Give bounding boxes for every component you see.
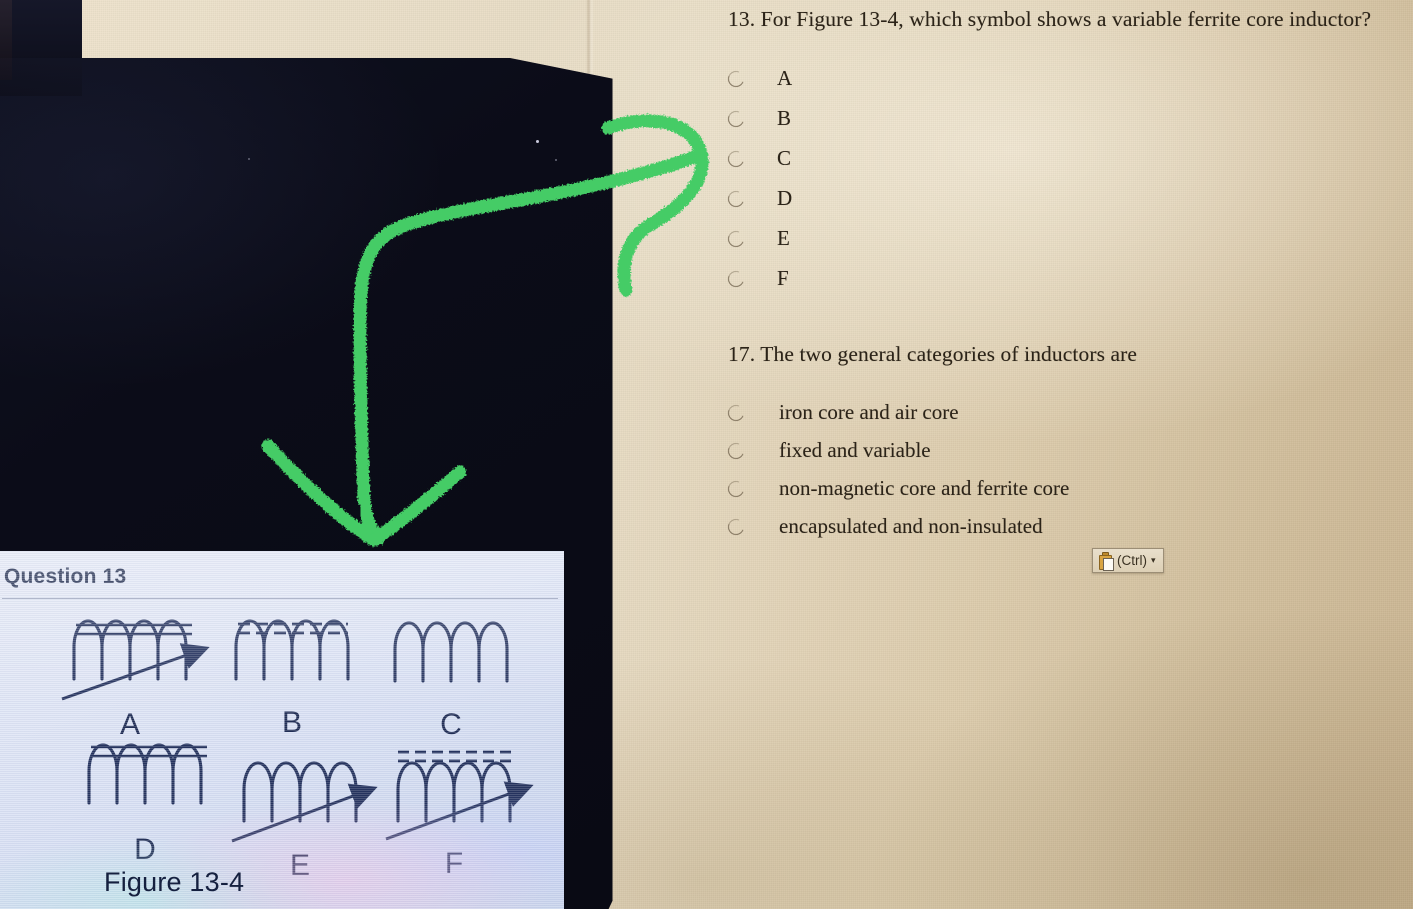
svg-text:A: A [120,708,140,741]
radio-button-icon[interactable] [725,440,747,462]
symbol-B: B [234,619,350,739]
question-13-stem: 13. For Figure 13-4, which symbol shows … [728,7,1372,31]
question-17-stem: 17. The two general categories of induct… [728,341,1138,366]
device-side-strip [0,0,12,80]
question-17-block: 17. The two general categories of induct… [725,341,1408,546]
paste-options-button[interactable]: (Ctrl) ▾ [1092,548,1164,573]
option-label: B [777,106,792,131]
symbol-F: F [385,750,534,880]
option-label: F [777,266,789,291]
symbol-C: C [393,621,509,741]
option-row[interactable]: F [725,259,1408,299]
clipboard-icon [1098,552,1114,571]
option-label: E [777,226,790,251]
option-row[interactable]: fixed and variable [725,432,1408,470]
option-row[interactable]: non-magnetic core and ferrite core [725,470,1408,508]
svg-text:C: C [440,708,462,741]
radio-button-icon[interactable] [725,268,747,290]
option-label: D [777,186,793,211]
option-row[interactable]: E [725,219,1408,259]
radio-button-icon[interactable] [725,148,747,170]
option-label: C [777,146,792,171]
quiz-column: 13. For Figure 13-4, which symbol shows … [725,6,1408,546]
svg-text:F: F [445,847,463,880]
device-top-block [0,0,82,96]
radio-button-icon[interactable] [725,228,747,250]
option-label: iron core and air core [779,400,959,425]
figure-caption: Figure 13-4 [104,867,245,897]
option-label: fixed and variable [779,438,931,463]
radio-button-icon[interactable] [725,402,747,424]
question-13-options: A B C D E F [725,59,1408,299]
svg-text:E: E [290,849,310,882]
screenshot-stage: 13. For Figure 13-4, which symbol shows … [0,0,1413,909]
question-17-options: iron core and air core fixed and variabl… [725,394,1408,546]
figure-13-4-panel: Question 13 A B C D E F [0,551,564,909]
paste-options-label: (Ctrl) [1117,553,1147,568]
radio-button-icon[interactable] [725,188,747,210]
chevron-down-icon[interactable]: ▾ [1151,556,1156,565]
svg-text:B: B [282,706,302,739]
dust-speck [248,158,250,160]
option-row[interactable]: C [725,139,1408,179]
radio-button-icon[interactable] [725,68,747,90]
symbol-A: A [61,619,210,741]
radio-button-icon[interactable] [725,516,747,538]
option-row[interactable]: A [725,59,1408,99]
option-label: non-magnetic core and ferrite core [779,476,1070,501]
svg-text:D: D [134,833,156,866]
option-label: A [777,66,793,91]
radio-button-icon[interactable] [725,108,747,130]
symbol-D: D [87,743,207,866]
radio-button-icon[interactable] [725,478,747,500]
option-row[interactable]: iron core and air core [725,394,1408,432]
symbol-E: E [231,761,378,882]
option-row[interactable]: B [725,99,1408,139]
inductor-symbols-diagram: A B C D E F [61,619,534,882]
option-row[interactable]: encapsulated and non-insulated [725,508,1408,546]
dust-speck [555,159,557,161]
option-row[interactable]: D [725,179,1408,219]
dust-speck [536,140,539,143]
option-label: encapsulated and non-insulated [779,514,1043,539]
